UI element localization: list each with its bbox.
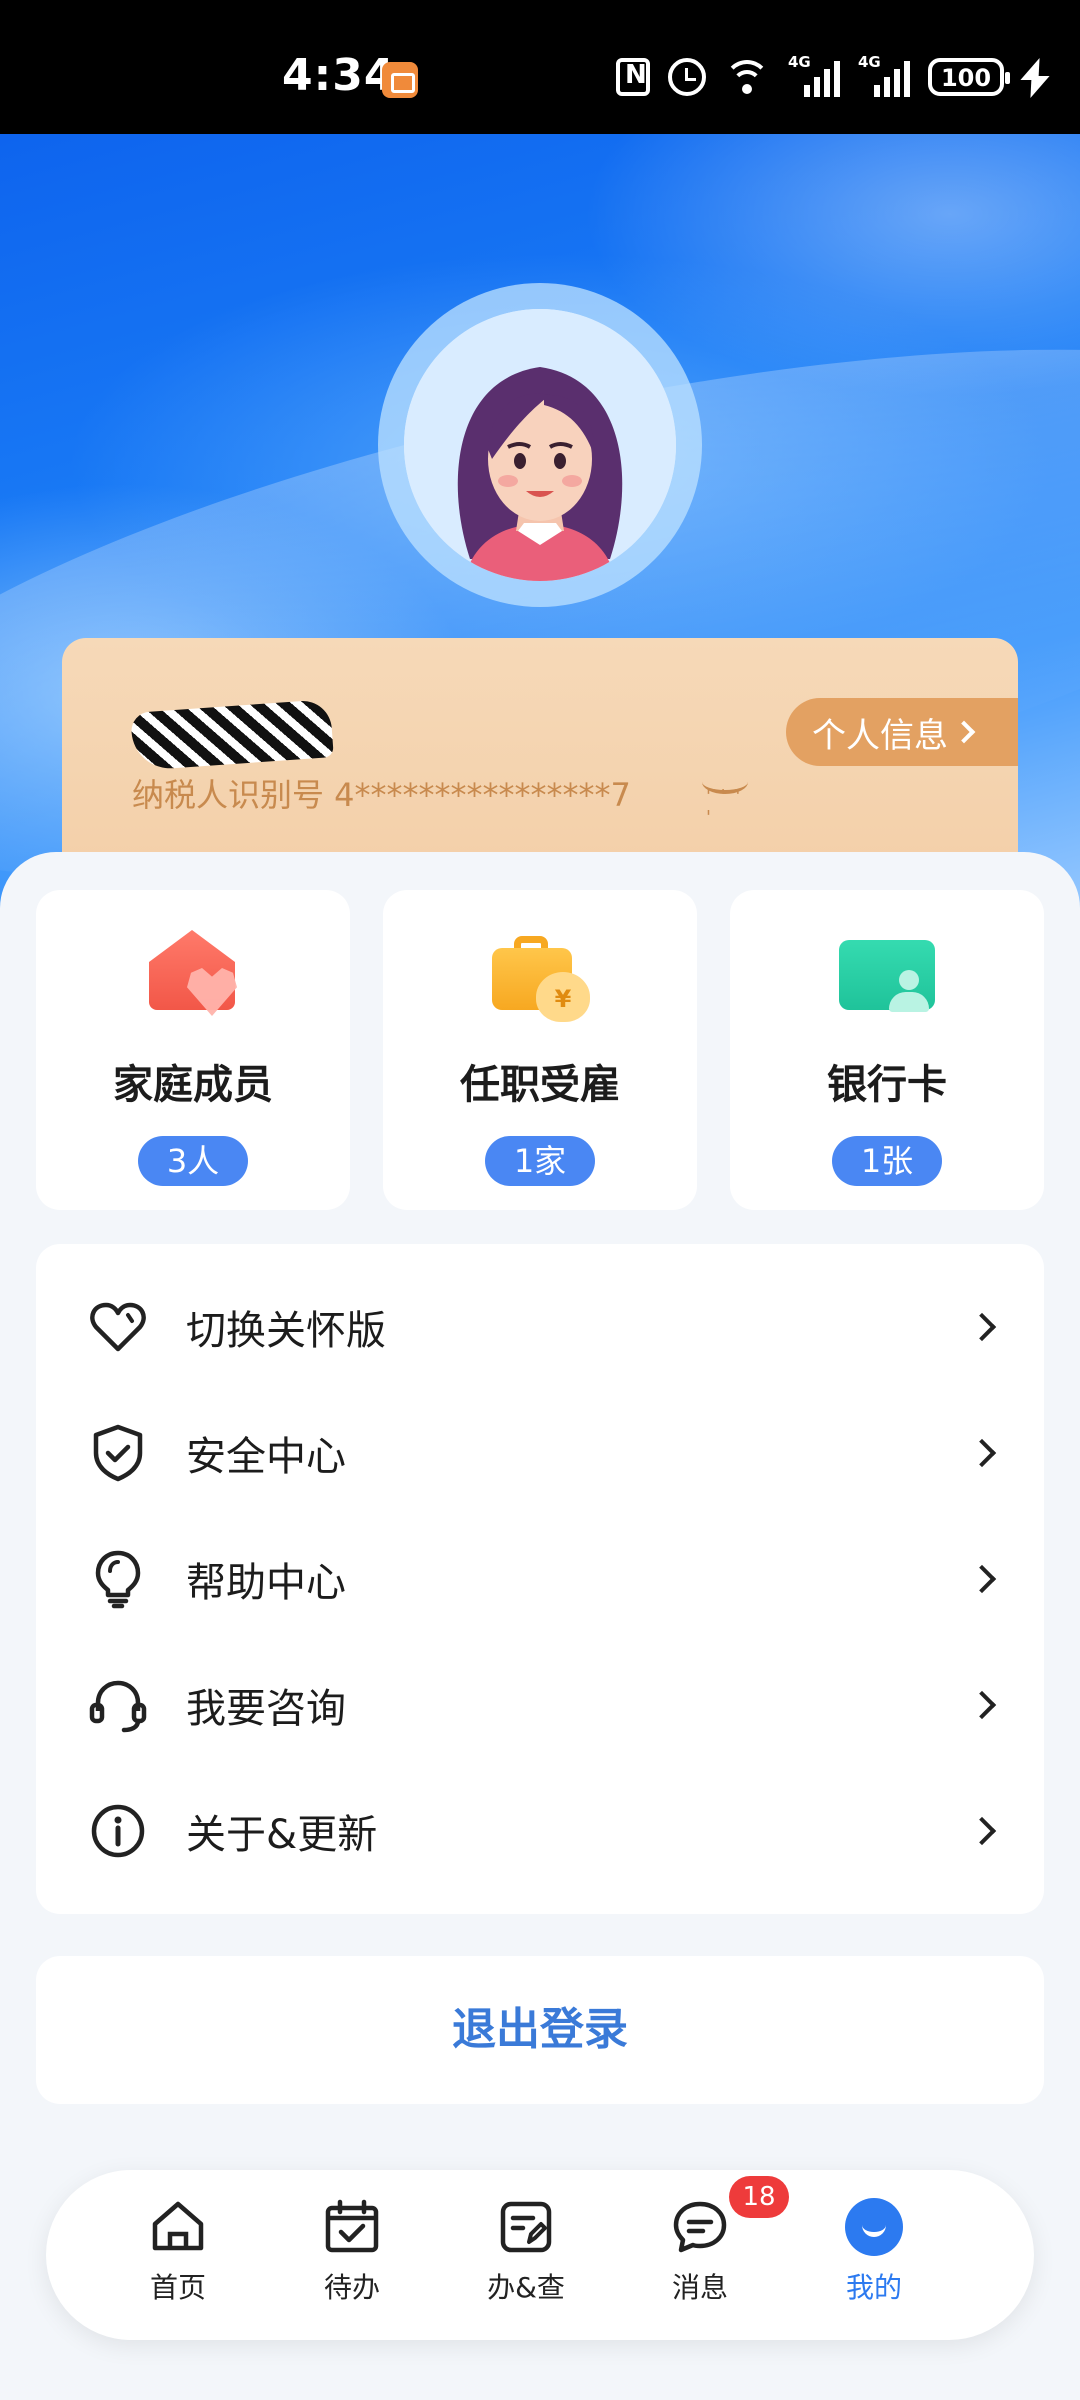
quick-tiles: 家庭成员 3人 ¥ 任职受雇 1家 银行卡 1张	[36, 890, 1044, 1210]
info-icon	[88, 1801, 148, 1861]
charging-icon	[1022, 58, 1042, 96]
headset-icon	[88, 1675, 148, 1735]
tile-bank-card[interactable]: 银行卡 1张	[730, 890, 1044, 1210]
chat-icon: 18	[671, 2176, 789, 2256]
briefcase-money-icon: ¥	[490, 930, 590, 1022]
tile-title: 家庭成员	[113, 1062, 273, 1108]
menu-item-label: 切换关怀版	[186, 1308, 386, 1354]
tab-handle-query[interactable]: 办&查	[466, 2198, 586, 2318]
taxpayer-id: 纳税人识别号 4****************7	[132, 776, 631, 814]
family-home-icon	[143, 930, 243, 1020]
battery-icon: 100	[928, 58, 1010, 96]
nfc-icon	[616, 58, 650, 96]
tile-count-badge: 1张	[832, 1136, 942, 1186]
menu-item-label: 安全中心	[186, 1434, 346, 1480]
battery-level: 100	[940, 64, 992, 92]
menu-item-label: 帮助中心	[186, 1560, 346, 1606]
tile-count-badge: 1家	[485, 1136, 595, 1186]
logout-button[interactable]: 退出登录	[36, 1956, 1044, 2104]
app-notification-icon	[382, 62, 418, 98]
menu-item-care-mode[interactable]: 切换关怀版	[36, 1264, 1044, 1390]
tile-count-badge: 3人	[138, 1136, 248, 1186]
chevron-right-icon	[967, 1816, 997, 1846]
personal-info-button[interactable]: 个人信息	[786, 698, 1018, 766]
tab-label: 待办	[323, 2271, 380, 2304]
message-count-badge: 18	[729, 2176, 789, 2218]
redacted-name	[130, 699, 334, 771]
tab-label: 首页	[149, 2271, 206, 2304]
chevron-right-icon	[967, 1438, 997, 1468]
home-icon	[149, 2198, 207, 2256]
menu-item-label: 关于&更新	[186, 1812, 378, 1858]
status-time: 4:34	[282, 50, 396, 101]
avatar[interactable]	[404, 309, 676, 581]
alarm-icon	[668, 58, 706, 96]
calendar-check-icon	[323, 2198, 381, 2256]
chevron-right-icon	[967, 1312, 997, 1342]
settings-menu: 切换关怀版 安全中心 帮助中心 我要咨询 关于&更新	[36, 1244, 1044, 1914]
tab-home[interactable]: 首页	[118, 2198, 238, 2318]
menu-item-label: 我要咨询	[186, 1686, 346, 1732]
tab-todo[interactable]: 待办	[292, 2198, 412, 2318]
menu-item-help[interactable]: 帮助中心	[36, 1516, 1044, 1642]
signal-icon: 4G	[788, 53, 840, 97]
profile-card: 纳税人识别号 4****************7 个人信息	[62, 638, 1018, 888]
shield-check-icon	[88, 1423, 148, 1483]
wifi-icon	[724, 58, 770, 96]
tab-me[interactable]: 我的	[814, 2198, 934, 2318]
bank-card-icon	[837, 930, 937, 1020]
status-bar: 4:34 4G 4G 100	[0, 0, 1080, 134]
menu-item-consult[interactable]: 我要咨询	[36, 1642, 1044, 1768]
chevron-right-icon	[967, 1690, 997, 1720]
profile-smile-icon	[845, 2198, 903, 2256]
signal-icon: 4G	[858, 53, 910, 97]
female-avatar-icon	[404, 309, 676, 581]
main-content: 家庭成员 3人 ¥ 任职受雇 1家 银行卡 1张 切换关怀版 安全中心 帮助中心…	[0, 852, 1080, 2400]
eye-closed-icon[interactable]	[702, 780, 752, 828]
menu-item-about-update[interactable]: 关于&更新	[36, 1768, 1044, 1894]
personal-info-label: 个人信息	[812, 715, 948, 756]
chevron-right-icon	[967, 1564, 997, 1594]
status-icons: 4G 4G 100	[616, 53, 1042, 100]
tile-family-members[interactable]: 家庭成员 3人	[36, 890, 350, 1210]
tab-label: 我的	[845, 2271, 902, 2304]
bottom-tab-bar: 首页 待办 办&查 18 消息 我的	[46, 2170, 1034, 2340]
tab-label: 消息	[671, 2271, 728, 2304]
chevron-right-icon	[952, 720, 976, 744]
tab-messages[interactable]: 18 消息	[640, 2176, 789, 2318]
heart-icon	[88, 1297, 148, 1357]
menu-item-security[interactable]: 安全中心	[36, 1390, 1044, 1516]
tile-title: 银行卡	[827, 1062, 947, 1108]
tile-title: 任职受雇	[460, 1062, 620, 1108]
document-edit-icon	[497, 2198, 555, 2256]
avatar-ring	[378, 283, 702, 607]
tab-label: 办&查	[487, 2271, 565, 2304]
tile-employment[interactable]: ¥ 任职受雇 1家	[383, 890, 697, 1210]
lightbulb-icon	[88, 1549, 148, 1609]
